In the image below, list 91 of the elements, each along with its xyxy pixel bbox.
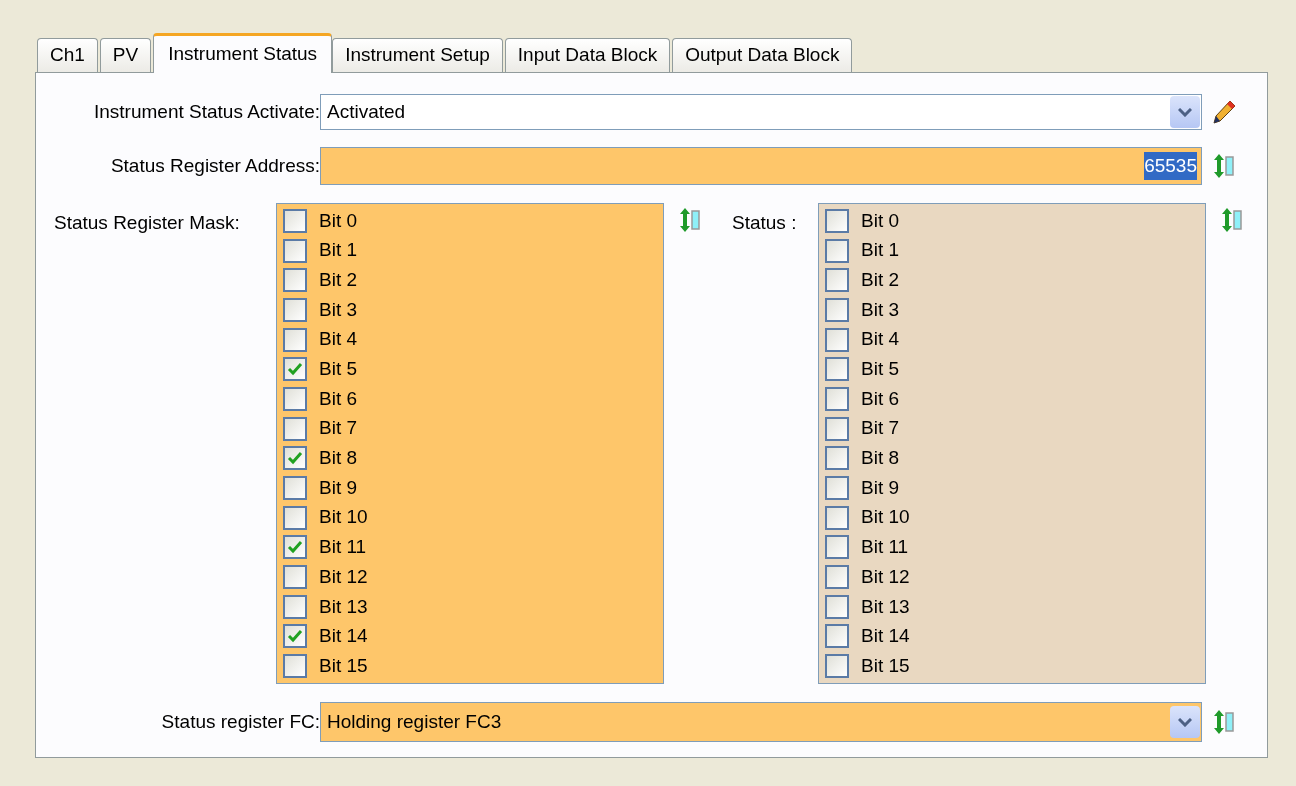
bit-label: Bit 7 bbox=[319, 416, 358, 441]
sync-icon[interactable] bbox=[678, 207, 702, 233]
checkbox[interactable] bbox=[825, 297, 849, 322]
checkbox[interactable] bbox=[283, 476, 307, 501]
checkbox[interactable] bbox=[283, 208, 307, 233]
checkbox[interactable] bbox=[283, 505, 307, 530]
bit-label: Bit 0 bbox=[861, 208, 900, 233]
sync-icon[interactable] bbox=[1212, 153, 1236, 179]
checkbox[interactable] bbox=[283, 446, 307, 471]
dropdown-button[interactable] bbox=[1170, 706, 1200, 738]
checkbox[interactable] bbox=[283, 416, 307, 441]
bit-label: Bit 1 bbox=[861, 238, 900, 263]
checkmark-icon bbox=[287, 540, 303, 555]
checkbox[interactable] bbox=[825, 505, 849, 530]
bit-label: Bit 6 bbox=[861, 386, 900, 411]
bit-label: Bit 13 bbox=[861, 594, 910, 619]
bit-label: Bit 2 bbox=[319, 267, 358, 292]
tab[interactable]: Ch1 bbox=[37, 38, 98, 72]
field-label: Instrument Status Activate: bbox=[93, 99, 321, 124]
checkbox[interactable] bbox=[825, 386, 849, 411]
bit-label: Bit 3 bbox=[861, 297, 900, 322]
sync-icon[interactable] bbox=[1220, 207, 1244, 233]
bit-label: Bit 8 bbox=[319, 446, 358, 471]
bit-label: Bit 5 bbox=[861, 357, 900, 382]
checkbox[interactable] bbox=[825, 594, 849, 619]
chevron-down-icon bbox=[1178, 107, 1192, 117]
checkmark-icon bbox=[287, 362, 303, 377]
bit-label: Bit 12 bbox=[861, 564, 910, 589]
checkbox[interactable] bbox=[825, 238, 849, 263]
bit-label: Bit 4 bbox=[861, 327, 900, 352]
checkbox[interactable] bbox=[825, 446, 849, 471]
sync-icon[interactable] bbox=[1212, 709, 1236, 735]
checkbox[interactable] bbox=[283, 654, 307, 679]
bit-label: Bit 15 bbox=[861, 653, 910, 678]
bit-label: Bit 1 bbox=[319, 238, 358, 263]
bit-label: Bit 15 bbox=[319, 653, 368, 678]
bit-label: Bit 5 bbox=[319, 357, 358, 382]
checkbox[interactable] bbox=[283, 268, 307, 293]
field-label: Status Register Mask: bbox=[54, 211, 241, 235]
bit-label: Bit 7 bbox=[861, 416, 900, 441]
checkbox[interactable] bbox=[825, 565, 849, 590]
bit-label: Bit 11 bbox=[861, 535, 909, 560]
tab[interactable]: Instrument Setup bbox=[332, 38, 503, 72]
checkbox[interactable] bbox=[825, 654, 849, 679]
chevron-down-icon bbox=[1178, 717, 1192, 727]
bit-label: Bit 9 bbox=[319, 475, 358, 500]
tab[interactable]: Instrument Status bbox=[153, 33, 333, 73]
field-label: Status : bbox=[732, 211, 798, 235]
bit-label: Bit 0 bbox=[319, 208, 358, 233]
checkbox[interactable] bbox=[283, 238, 307, 263]
checkbox[interactable] bbox=[283, 624, 307, 649]
checkbox[interactable] bbox=[825, 476, 849, 501]
checkbox[interactable] bbox=[825, 208, 849, 233]
checkbox[interactable] bbox=[825, 416, 849, 441]
checkbox[interactable] bbox=[283, 327, 307, 352]
bit-label: Bit 9 bbox=[861, 475, 900, 500]
address-input[interactable]: 65535 bbox=[320, 147, 1202, 185]
checkbox[interactable] bbox=[283, 357, 307, 382]
dropdown-button[interactable] bbox=[1170, 96, 1200, 128]
bit-label: Bit 2 bbox=[861, 267, 900, 292]
checkmark-icon bbox=[287, 629, 303, 644]
checkbox[interactable] bbox=[825, 535, 849, 560]
field-label: Status register FC: bbox=[160, 709, 321, 734]
bit-label: Bit 13 bbox=[319, 594, 368, 619]
function-code-dropdown[interactable]: Holding register FC3 bbox=[320, 702, 1202, 742]
tab[interactable]: Output Data Block bbox=[672, 38, 853, 72]
field-label: Status Register Address: bbox=[109, 153, 321, 178]
checkbox[interactable] bbox=[825, 268, 849, 293]
bit-label: Bit 12 bbox=[319, 564, 368, 589]
bit-label: Bit 11 bbox=[319, 535, 367, 560]
bit-label: Bit 6 bbox=[319, 386, 358, 411]
bit-label: Bit 8 bbox=[861, 446, 900, 471]
activation-dropdown[interactable]: Activated bbox=[320, 94, 1202, 130]
tab[interactable]: PV bbox=[99, 38, 152, 72]
bit-label: Bit 14 bbox=[861, 624, 910, 649]
bit-label: Bit 14 bbox=[319, 624, 368, 649]
bit-label: Bit 3 bbox=[319, 297, 358, 322]
bit-label: Bit 4 bbox=[319, 327, 358, 352]
checkbox[interactable] bbox=[283, 386, 307, 411]
checkbox[interactable] bbox=[283, 535, 307, 560]
checkmark-icon bbox=[287, 451, 303, 466]
tab[interactable]: Input Data Block bbox=[504, 38, 671, 72]
checkbox[interactable] bbox=[825, 357, 849, 382]
bit-label: Bit 10 bbox=[861, 505, 910, 530]
pencil-icon[interactable] bbox=[1210, 98, 1238, 126]
checkbox[interactable] bbox=[283, 297, 307, 322]
checkbox[interactable] bbox=[283, 594, 307, 619]
checkbox[interactable] bbox=[283, 565, 307, 590]
bit-label: Bit 10 bbox=[319, 505, 368, 530]
checkbox[interactable] bbox=[825, 624, 849, 649]
checkbox[interactable] bbox=[825, 327, 849, 352]
